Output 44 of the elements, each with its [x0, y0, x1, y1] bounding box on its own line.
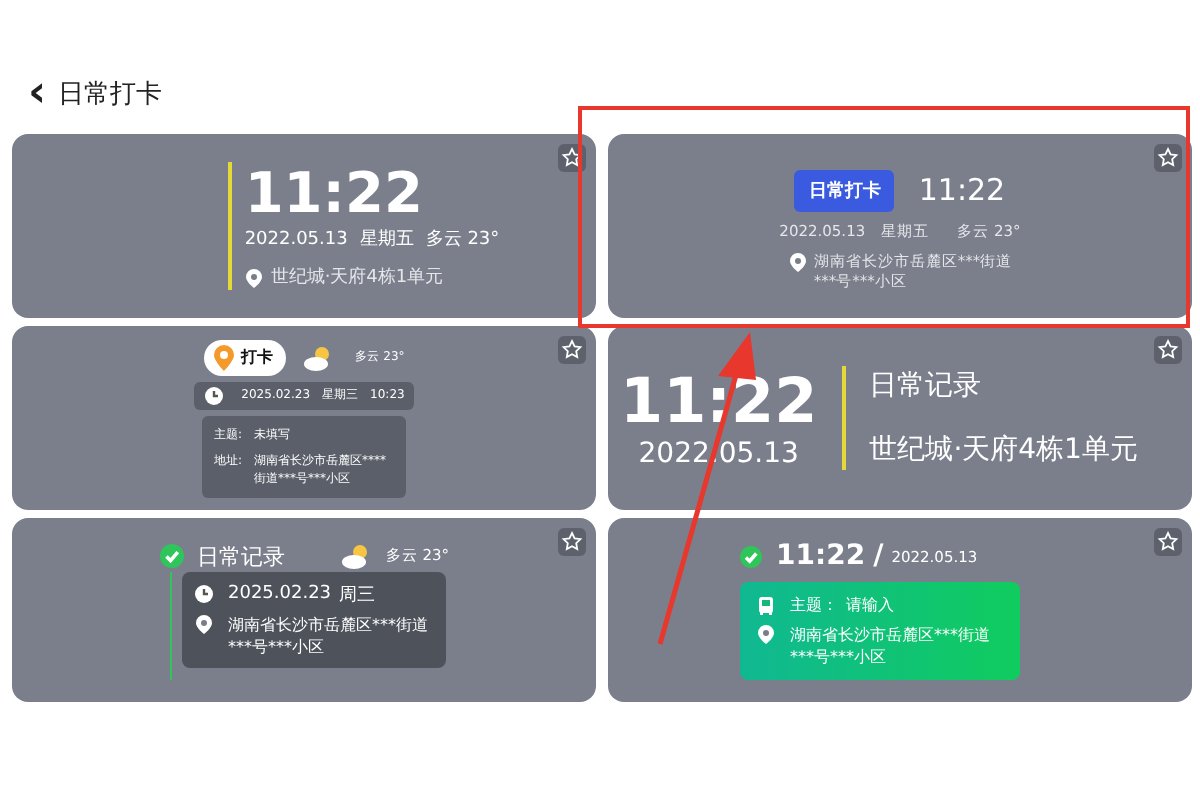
- star-icon[interactable]: [1154, 144, 1182, 172]
- sun-cloud-icon: [301, 343, 334, 371]
- date-text: 2022.05.13: [244, 229, 348, 249]
- checkmark-icon: [740, 545, 762, 567]
- sun-cloud-icon: [339, 542, 372, 570]
- star-icon[interactable]: [1154, 528, 1182, 556]
- weekday-text: 周三: [339, 583, 376, 607]
- star-icon[interactable]: [558, 336, 586, 364]
- timeline-line: [169, 571, 172, 679]
- separator-text: /: [873, 540, 884, 572]
- location-pin-icon: [787, 251, 808, 271]
- accent-bar: [841, 366, 846, 470]
- location-pin-icon: [244, 267, 265, 287]
- time-text: 11:22: [776, 540, 866, 572]
- accent-bar: [228, 162, 233, 290]
- address-text: ***号***小区: [790, 646, 888, 668]
- back-button[interactable]: ‹: [28, 74, 47, 114]
- checkmark-icon: [159, 544, 183, 568]
- weather-text: 多云 23°: [425, 227, 500, 252]
- title-badge: 日常打卡: [794, 169, 895, 211]
- bus-icon: [756, 595, 776, 615]
- weekday-text: 星期五: [359, 227, 414, 252]
- time-text: 11:22: [244, 162, 425, 226]
- star-icon[interactable]: [1154, 336, 1182, 364]
- template-card[interactable]: 11:22 2022.05.13 星期五 多云 23° 世纪城·天府4栋1单元: [12, 134, 596, 318]
- date-text: 2025.02.23: [228, 584, 332, 604]
- location-pin-icon: [194, 613, 214, 633]
- time-text: 11:22: [918, 172, 1006, 208]
- title-text: 日常记录: [869, 368, 984, 404]
- star-icon[interactable]: [558, 528, 586, 556]
- location-pin-icon: [756, 624, 776, 644]
- logo-text: 打卡: [241, 346, 274, 368]
- address-text: 湖南省长沙市岳麓区***街道: [790, 624, 990, 646]
- location-text: 世纪城·天府4栋1单元: [869, 432, 1138, 468]
- page-title: 日常打卡: [58, 78, 163, 112]
- clock-icon: [194, 584, 214, 604]
- location-text: 世纪城·天府4栋1单元: [270, 265, 444, 290]
- map-pin-icon: [211, 343, 236, 371]
- address-text: 湖南省长沙市岳麓区***街道: [228, 613, 428, 635]
- clock-icon: [203, 385, 224, 405]
- field-label: 主题：: [790, 594, 838, 616]
- address-text: ***号***小区: [228, 635, 326, 657]
- topic-input[interactable]: 请输入: [846, 594, 946, 616]
- title-text: 日常记录: [197, 541, 285, 571]
